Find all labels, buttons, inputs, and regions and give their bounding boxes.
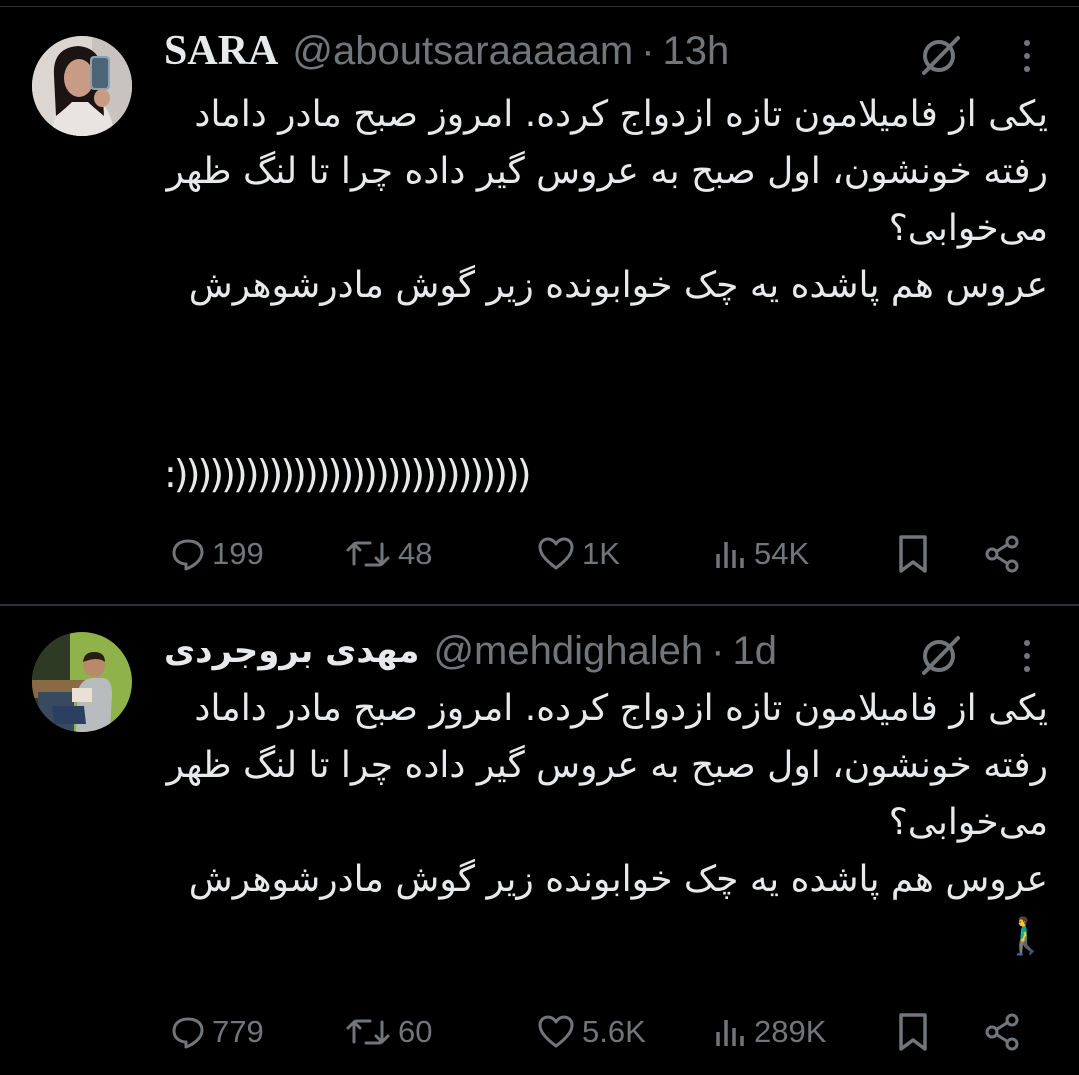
tweet-text: یکی از فامیلامون تازه ازدواج کرده. امروز… bbox=[166, 688, 1048, 957]
display-name[interactable]: SARA bbox=[164, 27, 278, 75]
user-handle[interactable]: @aboutsaraaaaam bbox=[292, 29, 633, 74]
tweet-actions: 199 48 1K 54K bbox=[0, 524, 1079, 584]
grok-icon[interactable] bbox=[918, 33, 962, 77]
views-count: 54K bbox=[754, 536, 810, 571]
repost-icon bbox=[346, 1019, 390, 1045]
share-button[interactable] bbox=[982, 524, 1022, 584]
repost-count: 48 bbox=[398, 536, 433, 571]
tweet-card[interactable]: SARA @aboutsaraaaaam · 13h یکی از فامیلا… bbox=[0, 0, 1079, 604]
reply-button[interactable]: 199 bbox=[170, 524, 264, 584]
bookmark-button[interactable] bbox=[896, 524, 930, 584]
timestamp[interactable]: 13h bbox=[663, 29, 730, 74]
bookmark-icon bbox=[899, 535, 927, 573]
like-count: 1K bbox=[582, 536, 620, 571]
views-button[interactable]: 54K bbox=[712, 524, 809, 584]
tweet-header: SARA @aboutsaraaaaam · 13h bbox=[164, 26, 729, 76]
like-button[interactable]: 5.6K bbox=[536, 1002, 646, 1062]
more-icon[interactable] bbox=[1021, 638, 1033, 674]
user-handle[interactable]: @mehdighaleh bbox=[433, 629, 703, 674]
display-name[interactable]: مهدی بروجردی bbox=[164, 631, 419, 671]
share-icon bbox=[985, 1013, 1019, 1051]
avatar-photo bbox=[32, 632, 132, 732]
repost-icon bbox=[346, 541, 390, 567]
views-button[interactable]: 289K bbox=[712, 1002, 826, 1062]
more-icon[interactable] bbox=[1021, 38, 1033, 74]
repost-button[interactable]: 48 bbox=[344, 524, 432, 584]
reply-button[interactable]: 779 bbox=[170, 1002, 264, 1062]
like-count: 5.6K bbox=[582, 1014, 646, 1049]
share-icon bbox=[985, 535, 1019, 573]
timestamp[interactable]: 1d bbox=[732, 629, 777, 674]
avatar[interactable] bbox=[32, 36, 132, 136]
tweet-emoticon: :)))))))))))))))))))))))))))))) bbox=[164, 452, 532, 496]
separator-dot: · bbox=[711, 628, 725, 673]
like-icon bbox=[538, 537, 574, 570]
reply-icon bbox=[172, 1017, 204, 1049]
bookmark-button[interactable] bbox=[896, 1002, 930, 1062]
repost-button[interactable]: 60 bbox=[344, 1002, 432, 1062]
avatar-photo bbox=[32, 36, 132, 136]
views-count: 289K bbox=[754, 1014, 827, 1049]
separator-dot: · bbox=[641, 28, 655, 73]
reply-count: 779 bbox=[212, 1014, 264, 1049]
tweet-text: یکی از فامیلامون تازه ازدواج کرده. امروز… bbox=[166, 94, 1048, 306]
repost-count: 60 bbox=[398, 1014, 433, 1049]
tweet-header: مهدی بروجردی @mehdighaleh · 1d bbox=[164, 626, 777, 676]
grok-icon[interactable] bbox=[918, 633, 962, 677]
reply-icon bbox=[172, 539, 204, 571]
share-button[interactable] bbox=[982, 1002, 1022, 1062]
views-icon bbox=[716, 1020, 744, 1046]
reply-count: 199 bbox=[212, 536, 264, 571]
tweet-actions: 779 60 5.6K 289K bbox=[0, 1002, 1079, 1062]
bookmark-icon bbox=[899, 1013, 927, 1051]
like-button[interactable]: 1K bbox=[536, 524, 620, 584]
views-icon bbox=[716, 542, 744, 568]
tweet-card[interactable]: مهدی بروجردی @mehdighaleh · 1d یکی از فا… bbox=[0, 606, 1079, 1075]
like-icon bbox=[538, 1015, 574, 1048]
avatar[interactable] bbox=[32, 632, 132, 732]
